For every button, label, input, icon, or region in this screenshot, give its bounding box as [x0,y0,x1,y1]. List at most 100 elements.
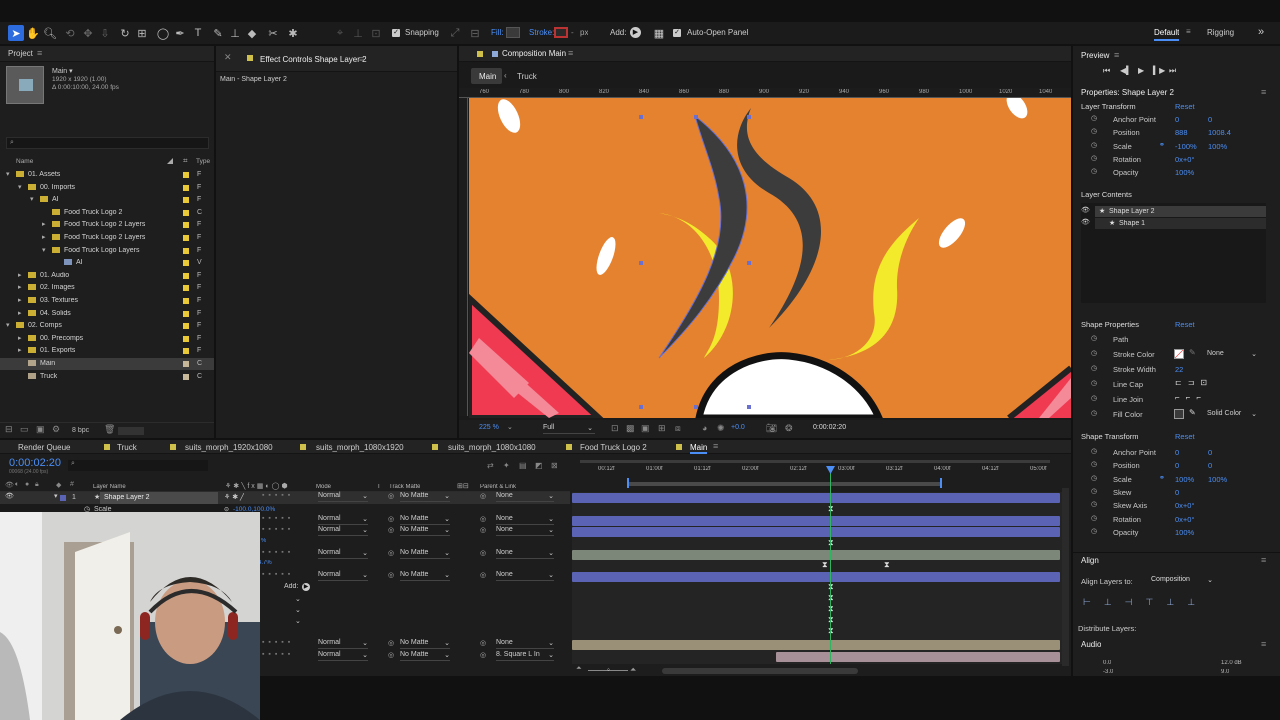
track-matte-pickwhip-icon[interactable]: ◎ [388,492,394,500]
project-item[interactable]: ▸ Food Truck Logo 2 Layers F [0,232,214,244]
col-layer-name[interactable]: Layer Name [93,484,126,490]
workspace-rigging[interactable]: Rigging [1207,28,1234,37]
timeline-menu-icon[interactable]: ≡ [713,441,718,451]
parent-pickwhip-icon[interactable]: ◎ [480,492,486,500]
project-item[interactable]: AI V [0,257,214,269]
play-icon[interactable]: ▶ [1138,66,1144,75]
col-t[interactable]: T [377,484,381,490]
timeline-timecode[interactable]: 0:00:02:20 [9,457,61,469]
parent-dropdown[interactable]: 8. Square L In ⌄ [496,651,554,661]
layer-transform-reset[interactable]: Reset [1175,102,1195,111]
layer-switches-header[interactable]: ⚘✱╲fx▦◐◯⬢ [225,482,290,490]
label-color-swatch[interactable] [183,298,189,304]
label-color-swatch[interactable] [183,348,189,355]
col-track-matte[interactable]: Track Matte [389,484,420,490]
shape-transform-reset[interactable]: Reset [1175,432,1195,441]
chevron-down-icon-3[interactable]: ⌄ [295,617,301,625]
col-mode[interactable]: Mode [316,484,331,490]
label-color-swatch[interactable] [183,285,189,292]
comp-canvas[interactable] [469,98,1071,418]
shy-layers-icon[interactable]: ▤ [519,461,527,470]
prop-value-1[interactable]: 0x+0° [1175,515,1194,524]
matte-icons[interactable]: ⊞⊟ [457,482,469,490]
bit-depth[interactable]: 8 bpc [72,427,89,434]
line-style-buttons[interactable]: ⊏⊐⊡ [1175,378,1213,387]
resolution-dropdown[interactable]: Full ⌄ [543,424,595,434]
comp-timecode[interactable]: 0:00:02:20 [813,424,846,431]
prop-value-1[interactable]: 100% [1175,528,1194,537]
timeline-tab-food-truck[interactable]: Food Truck Logo 2 [580,443,647,452]
constrain-proportions-icon[interactable]: ⚭ [1159,474,1165,482]
switch-boxes[interactable]: ▪ ▪ ▪ ▪ ▪ [262,549,291,556]
prop-value-2[interactable]: 1008.4 [1208,128,1231,137]
mode-dropdown[interactable]: Normal ⌄ [318,571,368,581]
local-axis-icon[interactable]: ⌖ [332,25,348,41]
stopwatch-icon[interactable]: ◷ [1091,447,1097,455]
track-matte-pickwhip-icon[interactable]: ◎ [388,549,394,557]
label-color-swatch[interactable] [183,272,189,279]
layer-duration-bar[interactable] [572,527,1060,537]
label-color-swatch[interactable] [183,222,189,229]
track-matte-pickwhip-icon[interactable]: ◎ [388,639,394,647]
label-color-swatch[interactable] [183,260,189,267]
track-matte-pickwhip-icon[interactable]: ◎ [388,515,394,523]
playhead[interactable] [830,468,831,664]
stopwatch-icon[interactable]: ◷ [1091,154,1097,162]
parent-pickwhip-icon[interactable]: ◎ [480,571,486,579]
selection-tool-icon[interactable]: ➤ [8,25,24,41]
stopwatch-icon[interactable]: ◷ [1091,500,1097,508]
exposure-icon[interactable]: ✺ [717,423,725,434]
project-item[interactable]: ▸ 00. Precomps F [0,333,214,345]
pen-tool-icon[interactable]: ✒ [172,25,188,41]
prop-value-1[interactable]: 0 [1175,448,1179,457]
switch-boxes[interactable]: ▪ ▪ ▪ ▪ ▪ [262,639,291,646]
expand-arrow-icon[interactable]: ▸ [18,271,22,279]
snapshot-icon[interactable]: 📷︎ [766,423,777,434]
work-area-start[interactable] [627,478,629,488]
prop-value-2[interactable]: 100% [1208,475,1227,484]
zoom-in-icon[interactable]: ⏶ [630,665,636,675]
switch-boxes[interactable]: ▪ ▪ ▪ ▪ ▪ [262,492,291,499]
expand-arrow-icon[interactable]: ▾ [6,321,10,329]
prop-value-2[interactable]: 0 [1208,461,1212,470]
last-frame-icon[interactable]: ⏭ [1169,66,1176,76]
track-matte-dropdown[interactable]: No Matte ⌄ [400,515,450,525]
track-matte-dropdown[interactable]: No Matte ⌄ [400,549,450,559]
timeline-track-area[interactable]: ⧗⧗⧗⧗⧗⧗⧗⧗⧗ [572,492,1062,664]
timeline-tab-1920x1080[interactable]: suits_morph_1920x1080 [185,443,273,452]
expand-arrow-icon[interactable]: ▾ [30,195,34,203]
stroke-color-swatch[interactable] [1174,349,1184,359]
label-column-icon[interactable]: ◆ [56,481,61,489]
project-item[interactable]: Food Truck Logo 2 C [0,207,214,219]
partial-value-2[interactable]: 4.7% [258,560,272,566]
layer-switch-icons[interactable]: ⚘ ✱ ╱ [224,493,244,501]
label-color-swatch[interactable] [183,323,189,330]
label-color-swatch[interactable] [183,373,189,380]
new-folder-icon[interactable]: ▭ [20,424,29,435]
parent-dropdown[interactable]: None ⌄ [496,549,554,559]
stopwatch-icon[interactable]: ◷ [1091,514,1097,522]
track-matte-dropdown[interactable]: No Matte ⌄ [400,526,450,536]
project-item[interactable]: ▸ 01. Audio F [0,270,214,282]
label-color-swatch[interactable] [183,361,189,367]
project-item[interactable]: ▾ AI F [0,194,214,206]
region-of-interest-icon[interactable]: ⊡ [611,423,619,434]
eyedropper-icon[interactable]: ✎ [1189,348,1196,357]
prop-value-1[interactable]: -100% [1175,142,1197,151]
line-style-buttons[interactable]: ⌐⌐⌐ [1175,393,1207,402]
timeline-tab-render-queue[interactable]: Render Queue [18,443,70,452]
audio-menu-icon[interactable]: ≡ [1261,639,1266,649]
fill-color-swatch[interactable] [1174,409,1184,419]
mode-dropdown[interactable]: Normal ⌄ [318,492,368,502]
track-matte-dropdown[interactable]: No Matte ⌄ [400,571,450,581]
mode-dropdown[interactable]: Normal ⌄ [318,526,368,536]
align-to-dropdown[interactable]: Composition ⌄ [1151,576,1215,586]
add-content-icon[interactable]: ▶ [302,583,310,591]
grid-icon[interactable]: ▦ [651,25,667,41]
project-search-input[interactable]: ⌕ [6,137,209,149]
prop-value-1[interactable]: 0 [1175,115,1179,124]
timeline-scrollbar[interactable] [1062,488,1069,666]
frame-blending-icon[interactable]: ◩ [535,461,543,470]
project-settings-icon[interactable]: ⚙ [52,424,60,435]
parent-dropdown[interactable]: None ⌄ [496,526,554,536]
